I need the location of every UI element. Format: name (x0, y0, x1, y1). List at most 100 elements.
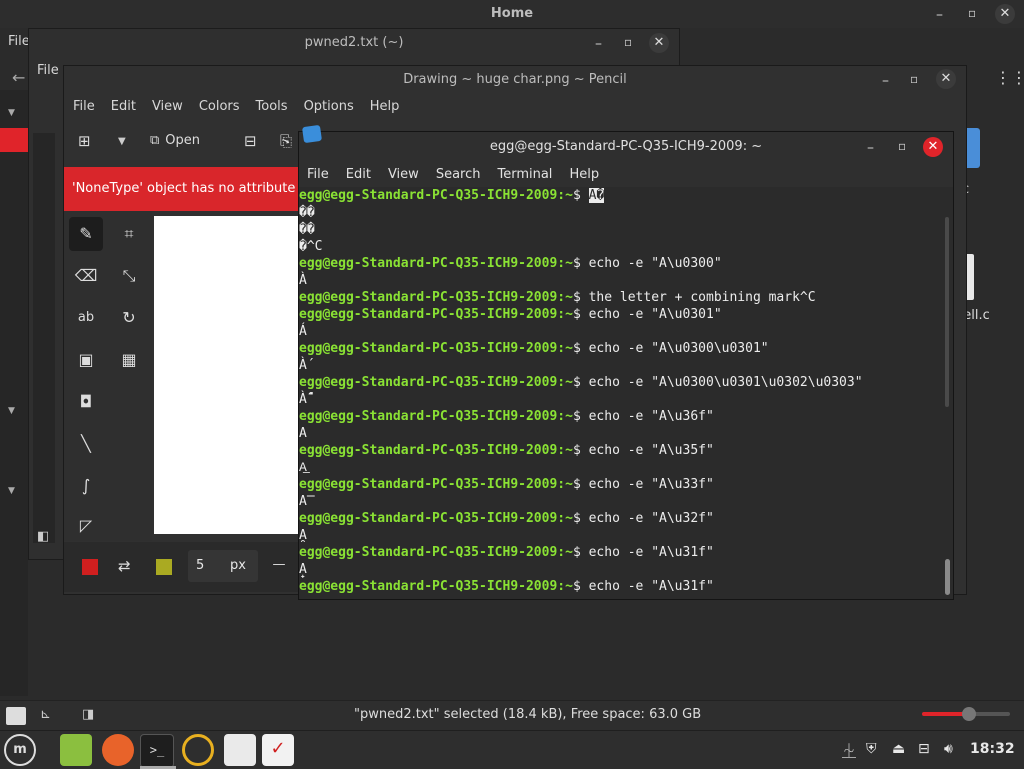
file-menu[interactable]: File (37, 63, 59, 78)
shape-tool-icon[interactable]: ◸ (69, 509, 103, 543)
terminal-prompt: egg@egg-Standard-PC-Q35-ICH9-2009:~ (299, 341, 573, 356)
primary-color-swatch[interactable] (82, 559, 98, 575)
menu-options[interactable]: Options (304, 99, 354, 114)
open-button[interactable]: ⧉ Open (150, 133, 200, 148)
clipboard-icon[interactable]: ⎘ (280, 132, 292, 150)
menu-terminal[interactable]: Terminal (497, 167, 552, 182)
minimize-button[interactable]: – (595, 37, 602, 51)
error-text: 'NoneType' object has no attribute 're (72, 181, 317, 196)
drawing-canvas[interactable] (154, 216, 304, 534)
secondary-color-swatch[interactable] (156, 559, 172, 575)
notifications-icon[interactable]: ⏈ (842, 741, 856, 761)
back-arrow-icon[interactable]: ← (12, 68, 25, 87)
panel-toggle-icon[interactable]: ◧ (37, 529, 49, 544)
terminal-prompt: egg@egg-Standard-PC-Q35-ICH9-2009:~ (299, 307, 573, 322)
close-button[interactable]: ✕ (923, 137, 943, 157)
line-tool-icon[interactable]: ╲ (69, 427, 103, 461)
todo-icon[interactable]: ✓ (262, 734, 294, 766)
maximize-button[interactable]: ▫ (910, 73, 918, 85)
rotate-tool-icon[interactable]: ↻ (112, 301, 146, 335)
grid-view-icon[interactable]: ⋮⋮ (995, 68, 1024, 87)
eraser-tool-icon[interactable]: ⌫ (69, 259, 103, 293)
places-button[interactable] (6, 707, 26, 725)
terminal-output-line: A̿ (299, 494, 315, 509)
sidebar-selected-item[interactable] (0, 128, 28, 152)
terminal-command-line: egg@egg-Standard-PC-Q35-ICH9-2009:~$ ech… (299, 255, 939, 272)
save-icon[interactable]: ⊟ (244, 132, 257, 150)
scrollbar-thumb[interactable] (945, 559, 950, 595)
clock[interactable]: 18:32 (970, 741, 1015, 757)
select-rect-icon[interactable]: ▣ (69, 343, 103, 377)
close-button[interactable]: ✕ (649, 33, 669, 53)
zoom-slider-fill (922, 712, 966, 716)
volume-icon[interactable]: 🔊︎ (944, 741, 953, 757)
zoom-slider-handle[interactable] (962, 707, 976, 721)
options-bar: ⇄ 5 px — (64, 542, 304, 592)
editor-title: pwned2.txt (~) (304, 35, 404, 50)
files-icon[interactable] (60, 734, 92, 766)
terminal-prompt-suffix: $ (572, 579, 589, 594)
terminal-output[interactable]: egg@egg-Standard-PC-Q35-ICH9-2009:~$ A� �… (299, 187, 939, 597)
menu-file[interactable]: File (307, 167, 329, 182)
free-select-icon[interactable]: ◘ (69, 385, 103, 419)
terminal-scrollbar[interactable] (945, 187, 951, 597)
scale-tool-icon[interactable]: ⤡ (112, 259, 146, 293)
file-menu[interactable]: File (8, 34, 30, 49)
tool-panel: ✎ ⌗ ⌫ ⤡ ab ↻ ▣ ▦ ◘ ╲ ∫ ◸ (64, 211, 152, 541)
crop-tool-icon[interactable]: ⌗ (112, 217, 146, 251)
shield-icon[interactable]: ⛨ (866, 741, 877, 757)
menu-view[interactable]: View (152, 99, 183, 114)
terminal-command-line: egg@egg-Standard-PC-Q35-ICH9-2009:~$ ech… (299, 544, 939, 561)
menu-help[interactable]: Help (370, 99, 400, 114)
new-image-icon[interactable]: ⊞ (78, 132, 91, 150)
expander-icon[interactable]: ▼ (8, 486, 15, 496)
swap-colors-icon[interactable]: ⇄ (118, 557, 131, 575)
terminal-prompt: egg@egg-Standard-PC-Q35-ICH9-2009:~ (299, 409, 573, 424)
expander-icon[interactable]: ▼ (8, 406, 15, 416)
error-banner: 'NoneType' object has no attribute 're (64, 167, 316, 211)
toggle-sidebar-icon[interactable]: ◨ (82, 707, 94, 722)
menu-help[interactable]: Help (569, 167, 599, 182)
chevron-down-icon[interactable]: ▼ (118, 136, 126, 147)
minimize-button[interactable]: – (882, 74, 889, 88)
text-tool-icon[interactable]: ab (69, 301, 103, 335)
maximize-button[interactable]: ▫ (968, 7, 976, 19)
mint-menu-icon[interactable]: m (4, 734, 36, 766)
maximize-button[interactable]: ▫ (624, 36, 632, 48)
paint-icon[interactable] (224, 734, 256, 766)
pencil-menubar: File Edit View Colors Tools Options Help (73, 99, 415, 114)
terminal-output-line: �� (299, 222, 315, 237)
close-button[interactable]: ✕ (995, 4, 1015, 24)
menu-tools[interactable]: Tools (256, 99, 288, 114)
minimize-button[interactable]: – (867, 141, 874, 155)
status-bar: ⊾ ◨ "pwned2.txt" selected (18.4 kB), Fre… (0, 700, 1024, 731)
pencil-tool-icon[interactable]: ✎ (69, 217, 103, 251)
close-button[interactable]: ✕ (936, 69, 956, 89)
menu-colors[interactable]: Colors (199, 99, 240, 114)
terminal-prompt-suffix: $ (572, 477, 589, 492)
update-icon[interactable]: ⏏ (892, 741, 905, 757)
terminal-command-line: egg@egg-Standard-PC-Q35-ICH9-2009:~$ ech… (299, 442, 939, 459)
terminal-output-line: �� (299, 205, 315, 220)
menu-view[interactable]: View (388, 167, 419, 182)
maximize-button[interactable]: ▫ (898, 140, 906, 152)
decrease-size-button[interactable]: — (264, 550, 294, 582)
status-text: "pwned2.txt" selected (18.4 kB), Free sp… (354, 707, 702, 722)
terminal-title: egg@egg-Standard-PC-Q35-ICH9-2009: ~ (489, 139, 763, 154)
terminal-command: echo -e "A\u35f" (588, 443, 714, 458)
expander-icon[interactable]: ▼ (8, 108, 15, 118)
filters-icon[interactable]: ▦ (112, 343, 146, 377)
terminal-prompt-suffix: $ (572, 290, 589, 305)
size-spinbox[interactable]: 5 px (188, 550, 258, 582)
firefox-icon[interactable] (102, 734, 134, 766)
terminal-icon[interactable]: >_ (140, 734, 174, 768)
menu-search[interactable]: Search (436, 167, 481, 182)
menu-file[interactable]: File (73, 99, 95, 114)
menu-edit[interactable]: Edit (346, 167, 371, 182)
menu-edit[interactable]: Edit (111, 99, 136, 114)
network-icon[interactable]: ⊟ (918, 741, 930, 757)
sync-icon[interactable] (182, 734, 214, 766)
curve-tool-icon[interactable]: ∫ (69, 469, 103, 503)
minimize-button[interactable]: – (936, 8, 943, 22)
tree-view-icon[interactable]: ⊾ (40, 707, 51, 722)
